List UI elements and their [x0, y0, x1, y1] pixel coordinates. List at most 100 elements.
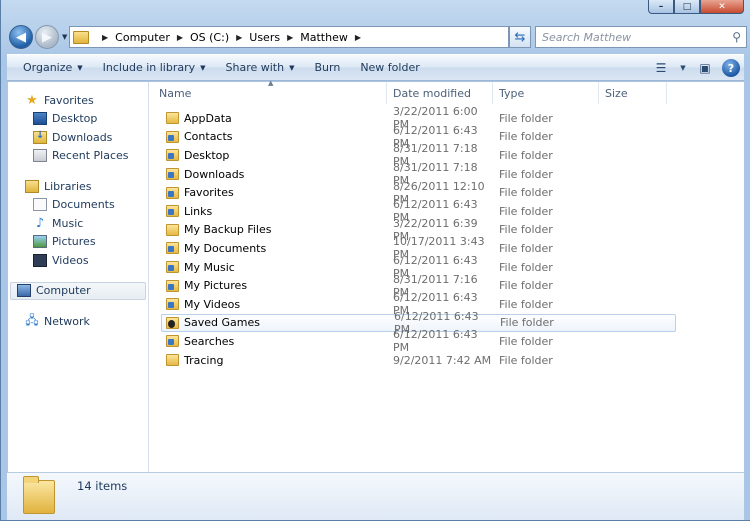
file-type: File folder: [499, 204, 553, 218]
nav-libraries[interactable]: Libraries: [8, 177, 148, 196]
navigation-pane: ★Favorites Desktop Downloads Recent Plac…: [8, 82, 149, 472]
folder-icon: [166, 186, 179, 199]
nav-favorites[interactable]: ★ Favorites: [8, 91, 148, 110]
file-type: File folder: [499, 167, 553, 181]
file-type: File folder: [499, 297, 553, 311]
table-row[interactable]: Searches 6/12/2011 6:43 PM File folder: [150, 328, 744, 354]
refresh-button[interactable]: ⇆: [509, 26, 531, 48]
nav-music[interactable]: ♪ Music: [8, 214, 148, 233]
folder-icon: [23, 476, 55, 514]
file-type: File folder: [499, 353, 553, 367]
maximize-button[interactable]: □: [674, 0, 700, 14]
file-name: Contacts: [184, 130, 233, 144]
computer-group: Computer: [8, 281, 148, 300]
minimize-button[interactable]: –: [648, 0, 674, 14]
file-type: File folder: [499, 186, 553, 200]
search-placeholder: Search Matthew: [542, 30, 632, 44]
chevron-down-icon: ▼: [289, 63, 295, 72]
address-bar[interactable]: ▶ Computer▶ OS (C:)▶ Users▶ Matthew▶ ▼: [69, 26, 564, 48]
breadcrumb-sep[interactable]: ▶: [95, 33, 115, 42]
documents-icon: [33, 198, 47, 212]
computer-icon: [17, 284, 31, 298]
file-name-cell: Saved Games: [162, 316, 388, 329]
file-name-cell: My Videos: [150, 298, 387, 311]
preview-pane-button[interactable]: ▣: [694, 58, 716, 78]
address-row: ◀ ▶ ▼ ▶ Computer ▶ OS (C:) ▶ Users ▶ Matthe…: [7, 22, 747, 52]
file-name-cell: Searches: [150, 335, 387, 348]
file-name: Links: [184, 204, 213, 218]
breadcrumb-computer[interactable]: Computer ▶: [115, 31, 190, 44]
nav-documents[interactable]: Documents: [8, 196, 148, 215]
content-area: ★Favorites Desktop Downloads Recent Plac…: [7, 79, 744, 472]
folder-icon: [73, 30, 89, 44]
file-name: Favorites: [184, 186, 234, 200]
file-name-cell: My Pictures: [150, 279, 387, 292]
pictures-icon: [33, 235, 47, 249]
folder-icon: [166, 112, 179, 125]
file-name: Tracing: [184, 353, 224, 367]
command-bar: Organize ▼ Include in library ▼ Share with…: [7, 54, 744, 81]
burn-button[interactable]: Burn: [304, 61, 350, 74]
file-name: Searches: [184, 334, 235, 348]
file-name-cell: AppData: [150, 112, 387, 125]
folder-icon: [166, 279, 179, 292]
libraries-group: Libraries Documents ♪ Music Pictures Vide…: [8, 177, 148, 270]
file-name: My Music: [184, 260, 235, 274]
column-type[interactable]: Type: [493, 82, 599, 104]
view-options-dropdown[interactable]: ▼: [678, 58, 688, 78]
breadcrumb-matthew[interactable]: Matthew ▶: [300, 31, 368, 44]
search-icon[interactable]: ⚲: [732, 30, 741, 44]
file-name: Desktop: [184, 148, 230, 162]
back-button[interactable]: ◀: [9, 25, 33, 49]
nav-desktop[interactable]: Desktop: [8, 110, 148, 129]
nav-pictures[interactable]: Pictures: [8, 233, 148, 252]
folder-icon: [166, 335, 179, 348]
file-name-cell: Contacts: [150, 130, 387, 143]
details-pane: 14 items: [7, 472, 744, 520]
column-size[interactable]: Size: [599, 82, 667, 104]
share-with-button[interactable]: Share with ▼: [216, 61, 305, 74]
folder-icon: [166, 298, 179, 311]
table-row[interactable]: Tracing 9/2/2011 7:42 AM File folder: [150, 351, 744, 370]
explorer-window: – □ ✕ ◀ ▶ ▼ ▶ Computer ▶ OS (C:) ▶ Users ▶ …: [0, 0, 750, 521]
include-in-library-button[interactable]: Include in library ▼: [93, 61, 216, 74]
file-name-cell: Downloads: [150, 168, 387, 181]
music-icon: ♪: [35, 215, 45, 231]
forward-arrow-icon: ▶: [42, 29, 52, 45]
forward-button[interactable]: ▶: [35, 25, 59, 49]
file-type: File folder: [499, 223, 553, 237]
change-view-button[interactable]: ☰: [650, 58, 672, 78]
folder-icon: [166, 130, 179, 143]
file-type: File folder: [499, 130, 553, 144]
breadcrumb-users[interactable]: Users ▶: [249, 31, 300, 44]
network-icon: 🖧: [25, 312, 39, 327]
new-folder-button[interactable]: New folder: [350, 61, 429, 74]
close-button[interactable]: ✕: [700, 0, 744, 14]
nav-videos[interactable]: Videos: [8, 251, 148, 270]
search-input[interactable]: Search Matthew ⚲: [535, 26, 747, 48]
file-name-cell: My Music: [150, 261, 387, 274]
organize-button[interactable]: Organize ▼: [7, 61, 93, 74]
preview-pane-icon: ▣: [699, 61, 711, 75]
help-button[interactable]: ?: [722, 59, 740, 77]
chevron-down-icon: ▼: [200, 63, 206, 72]
sort-ascending-icon: ▲: [268, 79, 274, 87]
column-name[interactable]: ▲ Name: [150, 79, 387, 104]
nav-network[interactable]: 🖧 Network: [8, 312, 148, 331]
nav-recent-places[interactable]: Recent Places: [8, 147, 148, 166]
caption-buttons: – □ ✕: [648, 0, 744, 14]
videos-icon: [33, 253, 47, 267]
view-list-icon: ☰: [655, 61, 667, 75]
file-type: File folder: [499, 111, 553, 125]
file-name-cell: Links: [150, 205, 387, 218]
file-rows: AppData 3/22/2011 6:00 PM File folder Conta…: [150, 105, 744, 370]
network-group: 🖧 Network: [8, 312, 148, 331]
file-type: File folder: [499, 148, 553, 162]
column-date-modified[interactable]: Date modified: [387, 82, 493, 104]
item-count: 14 items: [77, 479, 128, 493]
nav-downloads[interactable]: Downloads: [8, 128, 148, 147]
file-name: My Documents: [184, 241, 267, 255]
breadcrumb-drive[interactable]: OS (C:) ▶: [190, 31, 249, 44]
recent-pages-dropdown[interactable]: ▼: [62, 33, 67, 41]
nav-computer[interactable]: Computer: [10, 281, 146, 300]
